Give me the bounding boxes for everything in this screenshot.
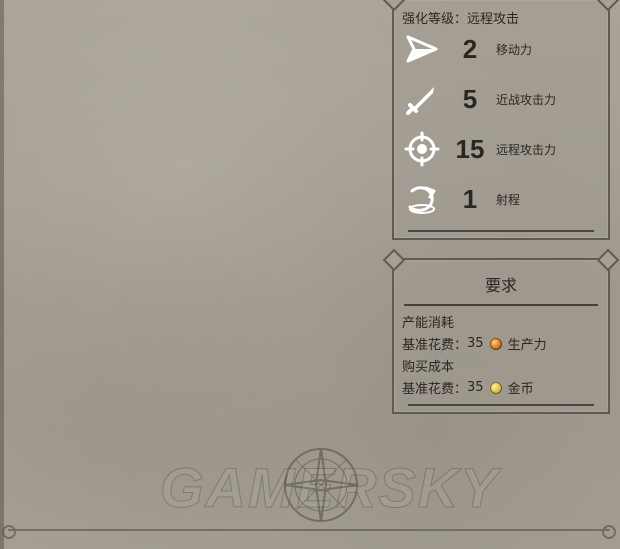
ranged-value: 15 [455, 133, 485, 164]
production-base-label: 基准花费： [402, 338, 468, 353]
gamersky-watermark: GAMERSKY [160, 456, 500, 520]
purchase-base-label: 基准花费： [402, 382, 468, 397]
production-cost-line: 基准花费： 35 生产力 [402, 334, 547, 353]
requirements-divider [404, 304, 598, 306]
production-icon [489, 337, 502, 350]
stat-row-ranged: 15 远程攻击力 [402, 126, 598, 172]
ranged-label: 远程攻击力 [496, 142, 557, 157]
melee-label: 近战攻击力 [496, 92, 557, 107]
movement-label: 移动力 [496, 42, 533, 57]
unit-stats-panel: 强化等级：远程攻击 2 移动力 5 近战攻击力 15 远程攻击力 1 射程 [392, 0, 610, 240]
purchase-unit: 金币 [507, 382, 534, 397]
purchase-amount: 35 [467, 380, 484, 395]
range-value: 1 [462, 183, 478, 214]
movement-value: 2 [462, 33, 478, 64]
strengthen-level-label: 强化等级：远程攻击 [402, 12, 520, 27]
production-unit: 生产力 [507, 338, 547, 353]
melee-value: 5 [462, 83, 478, 114]
range-arc-icon [402, 179, 442, 219]
gold-coin-icon [489, 381, 502, 394]
stat-row-movement: 2 移动力 [402, 26, 598, 72]
move-arrow-icon [402, 29, 442, 69]
sword-icon [402, 79, 442, 119]
production-amount: 35 [467, 336, 484, 351]
purchase-cost-line: 基准花费： 35 金币 [402, 378, 534, 397]
requirements-panel: 要求 产能消耗 基准花费： 35 生产力 购买成本 基准花费： 35 金币 [392, 258, 610, 414]
crosshair-icon [402, 129, 442, 169]
stats-bottom-divider [408, 230, 594, 232]
range-label: 射程 [496, 192, 521, 207]
frame-left-border [0, 0, 4, 549]
stat-row-range: 1 射程 [402, 176, 598, 222]
requirements-title: 要求 [484, 276, 517, 295]
stat-row-melee: 5 近战攻击力 [402, 76, 598, 122]
production-cost-heading: 产能消耗 [402, 316, 455, 331]
purchase-cost-heading: 购买成本 [402, 360, 455, 375]
requirements-bottom-divider [408, 404, 594, 406]
